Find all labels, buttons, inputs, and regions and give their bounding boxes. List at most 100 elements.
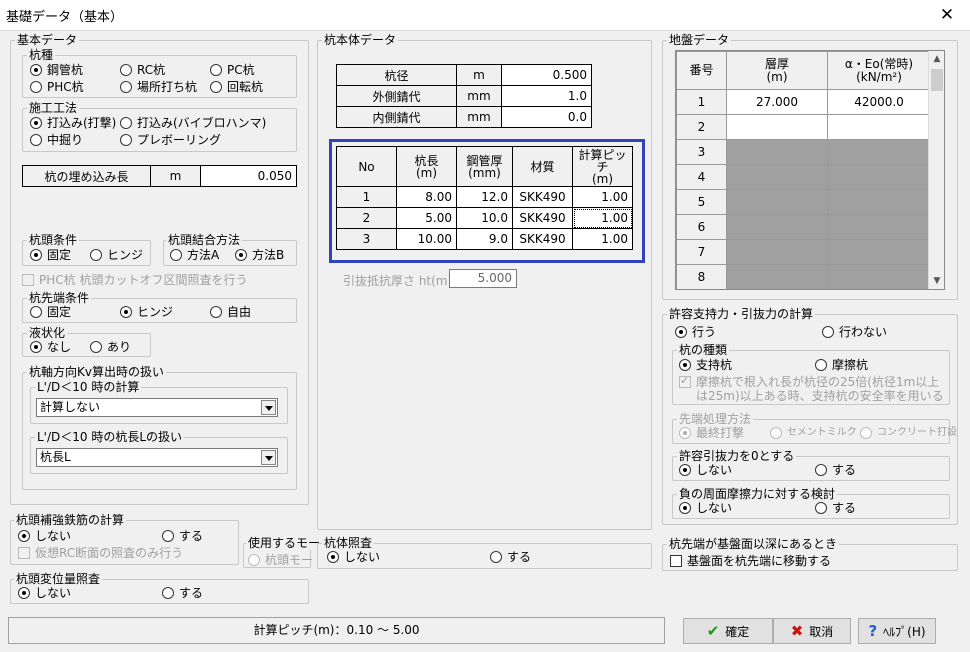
radio-head-hinge[interactable]: ヒンジ: [90, 248, 143, 262]
pile-type-title: 杭種: [27, 48, 56, 62]
radio-tip-free[interactable]: 自由: [210, 305, 251, 319]
checkbox-box: [670, 555, 682, 567]
radio-pull0-yes[interactable]: する: [815, 463, 856, 477]
table-row: 8: [676, 264, 931, 289]
chevron-down-icon[interactable]: [261, 450, 276, 465]
radio-pile-phc[interactable]: PHC杭: [30, 80, 84, 94]
radio-check-no[interactable]: しない: [327, 550, 380, 564]
liquefaction-title: 液状化: [27, 326, 68, 340]
radio-allow-no[interactable]: 行わない: [822, 325, 887, 339]
radio-dot: [210, 81, 222, 93]
status-bar: 計算ピッチ(m)：0.10 〜 5.00: [8, 617, 665, 644]
radio-dot: [170, 249, 182, 261]
outer-corrosion-value[interactable]: 1.0: [501, 85, 592, 107]
radio-dot: [679, 359, 691, 371]
virtual-rc-checkbox[interactable]: 仮想RC断面の照査のみ行う: [18, 546, 183, 560]
phc-cutoff-checkbox[interactable]: PHC杭 杭頭カットオフ区間照査を行う: [22, 273, 247, 287]
radio-neg-no[interactable]: しない: [679, 501, 732, 515]
radio-pile-rotary[interactable]: 回転杭: [210, 80, 263, 94]
radio-method-preboring[interactable]: プレボーリング: [120, 133, 221, 147]
radio-pull0-no[interactable]: しない: [679, 463, 732, 477]
radio-disp-yes[interactable]: する: [162, 586, 203, 600]
diameter-value[interactable]: 0.500: [501, 64, 592, 86]
ground-scrollbar[interactable]: ▲ ▼: [928, 51, 944, 289]
ground-header-no: 番号: [676, 51, 727, 90]
radio-liq-none[interactable]: なし: [30, 340, 71, 354]
table-row: 2: [676, 114, 931, 140]
diameter-label: 杭径: [336, 64, 457, 86]
radio-dot: [90, 341, 102, 353]
header-length: 杭長 (m): [396, 146, 457, 187]
radio-dot: [210, 306, 222, 318]
checkbox-box: [22, 274, 34, 286]
radio-dot: [679, 502, 691, 514]
radio-pile-pc[interactable]: PC杭: [210, 63, 255, 77]
table-row: 6: [676, 214, 931, 240]
radio-dot: [490, 551, 502, 563]
radio-rebar-yes[interactable]: する: [162, 529, 203, 543]
radio-liq-yes[interactable]: あり: [90, 340, 131, 354]
kv-calc-title: L'/D＜10 時の計算: [35, 380, 142, 394]
inner-corrosion-unit: mm: [456, 106, 502, 128]
kv-len-select[interactable]: 杭長L: [36, 448, 278, 467]
header-no: No: [336, 146, 397, 187]
radio-tip-hinge[interactable]: ヒンジ: [120, 305, 173, 319]
kv-calc-select[interactable]: 計算しない: [36, 398, 278, 417]
radio-head-fixed[interactable]: 固定: [30, 248, 71, 262]
radio-kind-friction[interactable]: 摩擦杭: [815, 358, 868, 372]
radio-method-vibro[interactable]: 打込み(バイブロハンマ): [120, 116, 266, 130]
radio-tip-final[interactable]: 最終打撃: [679, 426, 744, 440]
radio-method-inner[interactable]: 中掘り: [30, 133, 83, 147]
help-button[interactable]: ? ﾍﾙﾌﾟ(H): [858, 618, 936, 644]
disp-title: 杭頭変位量照査: [14, 572, 103, 586]
radio-method-drive[interactable]: 打込み(打撃): [30, 116, 116, 130]
radio-join-a[interactable]: 方法A: [170, 248, 219, 262]
radio-join-b[interactable]: 方法B: [235, 248, 284, 262]
radio-dot: [815, 502, 827, 514]
radio-use-mode[interactable]: 杭頭モー: [248, 553, 313, 567]
radio-dot: [18, 530, 30, 542]
outer-corrosion-label: 外側錆代: [336, 85, 457, 107]
pullout-input[interactable]: 5.000: [449, 269, 517, 288]
radio-disp-no[interactable]: しない: [18, 586, 71, 600]
cancel-button[interactable]: ✖ 取消: [773, 618, 851, 644]
move-base-checkbox[interactable]: 基盤面を杭先端に移動する: [670, 554, 831, 568]
embed-value[interactable]: 0.050: [200, 165, 297, 187]
tip-method-title: 先端処理方法: [677, 412, 754, 426]
pile-body-title: 杭本体データ: [322, 33, 399, 47]
scroll-thumb: [931, 69, 943, 91]
radio-dot: [770, 427, 782, 439]
close-icon[interactable]: ✕: [932, 3, 962, 27]
radio-pile-cast[interactable]: 場所打ち杭: [120, 80, 197, 94]
ok-button[interactable]: ✔ 確定: [683, 618, 773, 644]
pull0-title: 許容引抜力を0とする: [677, 449, 797, 463]
header-thickness: 鋼管厚 (mm): [456, 146, 513, 187]
radio-dot: [327, 551, 339, 563]
radio-dot: [162, 530, 174, 542]
ground-grid[interactable]: 番号 層厚 (m) α・Eo(常時) (kN/m²) 1 27.000 42000.…: [675, 50, 945, 290]
chevron-down-icon[interactable]: [261, 400, 276, 415]
radio-tip-fixed[interactable]: 固定: [30, 305, 71, 319]
radio-rebar-no[interactable]: しない: [18, 529, 71, 543]
radio-dot: [675, 326, 687, 338]
checkbox-box: [18, 547, 30, 559]
radio-tip-concrete[interactable]: コンクリート打設: [860, 426, 957, 440]
radio-allow-yes[interactable]: 行う: [675, 325, 716, 339]
friction-safety-checkbox[interactable]: 摩擦杭で根入れ長が杭径の25倍(杭径1m以上は25m)以上ある時、支持杭の安全率…: [679, 374, 947, 403]
radio-neg-yes[interactable]: する: [815, 501, 856, 515]
radio-dot: [679, 464, 691, 476]
table-row: 3 10.00 9.0 SKK490 1.00: [336, 228, 633, 250]
radio-tip-cement[interactable]: セメントミルク: [770, 426, 857, 440]
title-bar: 基礎データ（基本） ✕: [0, 0, 970, 31]
radio-pile-rc[interactable]: RC杭: [120, 63, 165, 77]
radio-pile-steel[interactable]: 鋼管杭: [30, 63, 83, 77]
pile-segment-table: No 杭長 (m) 鋼管厚 (mm) 材質 計算ピッチ (m) 1 8.00 12.…: [336, 146, 633, 250]
radio-check-yes[interactable]: する: [490, 550, 531, 564]
table-row: 2 5.00 10.0 SKK490 1.00: [336, 207, 633, 229]
inner-corrosion-value[interactable]: 0.0: [501, 106, 592, 128]
table-row: 7: [676, 239, 931, 265]
checkbox-box: [679, 374, 691, 388]
radio-kind-bearing[interactable]: 支持杭: [679, 358, 732, 372]
radio-dot: [30, 306, 42, 318]
allow-title: 許容支持力・引抜力の計算: [667, 307, 816, 321]
